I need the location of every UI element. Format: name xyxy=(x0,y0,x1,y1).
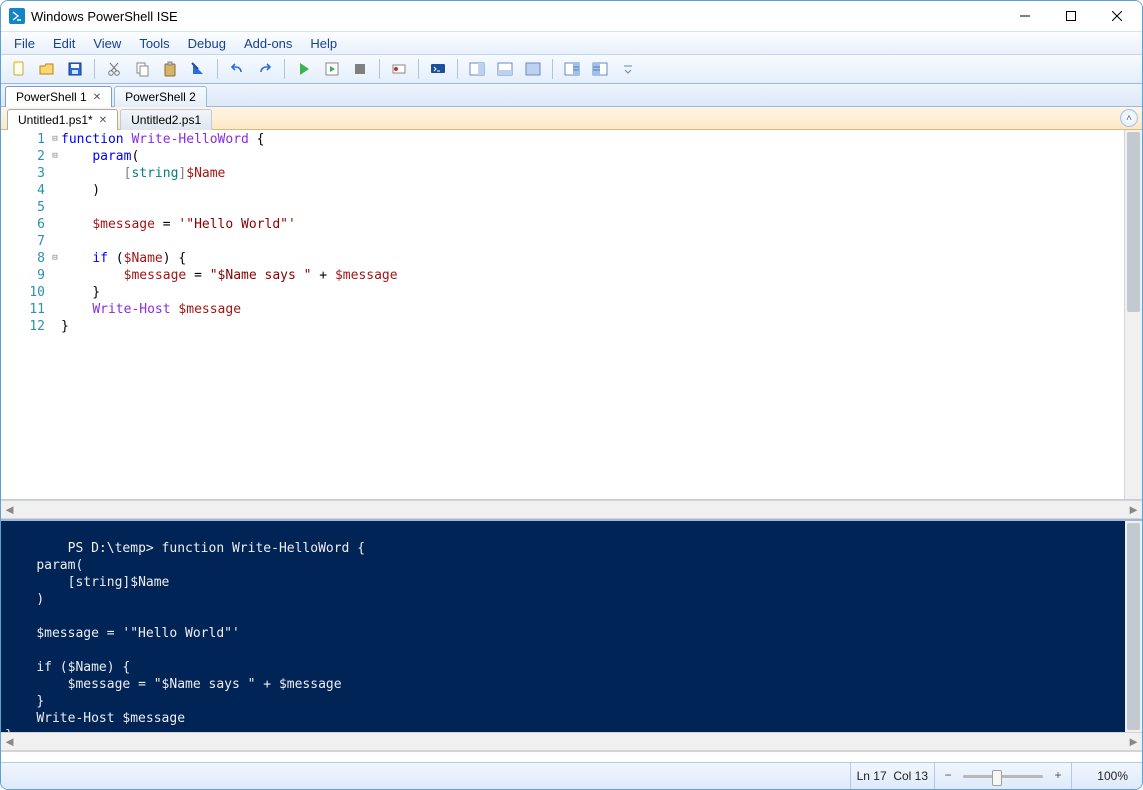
fold-column[interactable]: ⊟⊟⊟ xyxy=(49,130,61,499)
zoom-slider[interactable] xyxy=(963,775,1043,778)
minimize-button[interactable] xyxy=(1002,2,1048,30)
tab-label: Untitled1.ps1* xyxy=(18,113,93,127)
editor-pane: 123456789101112 ⊟⊟⊟ function Write-Hello… xyxy=(1,130,1142,519)
console-pane: PS D:\temp> function Write-HelloWord { p… xyxy=(1,519,1142,751)
redo-icon[interactable] xyxy=(252,57,278,81)
status-line: Ln 17 xyxy=(857,769,887,783)
scroll-left-arrow-icon[interactable]: ◄ xyxy=(1,502,18,517)
run-icon[interactable] xyxy=(291,57,317,81)
toolbar xyxy=(1,55,1142,84)
menu-bar: FileEditViewToolsDebugAdd-onsHelp xyxy=(1,31,1142,55)
show-command-icon[interactable] xyxy=(559,57,585,81)
layout-right-icon[interactable] xyxy=(464,57,490,81)
runspace-tab[interactable]: PowerShell 1 ✕ xyxy=(5,86,112,107)
expand-pane-icon[interactable]: ˄ xyxy=(1120,109,1138,127)
console-output[interactable]: PS D:\temp> function Write-HelloWord { p… xyxy=(1,521,1142,732)
zoom-in-icon[interactable]: + xyxy=(1051,769,1065,783)
editor-horizontal-scrollbar[interactable]: ◄ ► xyxy=(1,500,1142,519)
toolbar-separator xyxy=(379,59,380,79)
scroll-right-arrow-icon[interactable]: ► xyxy=(1125,502,1142,517)
close-button[interactable] xyxy=(1094,2,1140,30)
copy-icon[interactable] xyxy=(129,57,155,81)
toolbar-separator xyxy=(217,59,218,79)
layout-bottom-icon[interactable] xyxy=(492,57,518,81)
status-col: Col 13 xyxy=(893,769,928,783)
window-title: Windows PowerShell ISE xyxy=(31,9,178,24)
zoom-control: − + xyxy=(934,763,1071,789)
menu-file[interactable]: File xyxy=(5,34,44,53)
run-selection-icon[interactable] xyxy=(319,57,345,81)
toolbar-separator xyxy=(457,59,458,79)
console-vertical-scrollbar[interactable] xyxy=(1125,521,1142,732)
new-icon[interactable] xyxy=(6,57,32,81)
open-icon[interactable] xyxy=(34,57,60,81)
app-icon xyxy=(9,8,25,24)
title-bar: Windows PowerShell ISE xyxy=(1,1,1142,31)
editor-vertical-scrollbar[interactable] xyxy=(1124,130,1142,499)
menu-edit[interactable]: Edit xyxy=(44,34,84,53)
tab-label: PowerShell 2 xyxy=(125,90,196,104)
status-bar: Ln 17 Col 13 − + 100% xyxy=(1,762,1142,789)
clear-icon[interactable] xyxy=(185,57,211,81)
layout-full-icon[interactable] xyxy=(520,57,546,81)
window-controls xyxy=(1002,2,1140,30)
breakpoint-icon[interactable] xyxy=(386,57,412,81)
stop-icon[interactable] xyxy=(347,57,373,81)
toolbar-separator xyxy=(552,59,553,79)
scrollbar-thumb[interactable] xyxy=(1127,132,1140,312)
maximize-button[interactable] xyxy=(1048,2,1094,30)
console-horizontal-scrollbar[interactable]: ◄ ► xyxy=(1,732,1142,751)
file-tab-strip: Untitled1.ps1* ✕ Untitled2.ps1 ˄ xyxy=(1,107,1142,130)
file-tab[interactable]: Untitled1.ps1* ✕ xyxy=(7,109,118,130)
close-icon[interactable]: ✕ xyxy=(99,115,107,126)
zoom-slider-thumb[interactable] xyxy=(992,770,1002,786)
zoom-level: 100% xyxy=(1071,763,1134,789)
split-container: 123456789101112 ⊟⊟⊟ function Write-Hello… xyxy=(1,130,1142,751)
runspace-tab[interactable]: PowerShell 2 xyxy=(114,86,207,107)
resize-grip-area xyxy=(1,751,1142,762)
menu-view[interactable]: View xyxy=(84,34,130,53)
tab-label: PowerShell 1 xyxy=(16,90,87,104)
close-icon[interactable]: ✕ xyxy=(93,92,101,103)
file-tab[interactable]: Untitled2.ps1 xyxy=(120,109,212,130)
toolbar-separator xyxy=(418,59,419,79)
save-icon[interactable] xyxy=(62,57,88,81)
editor-content[interactable]: function Write-HelloWord { param( [strin… xyxy=(61,130,1142,499)
console-text[interactable]: PS D:\temp> function Write-HelloWord { p… xyxy=(5,541,365,732)
line-number-gutter: 123456789101112 xyxy=(1,130,49,499)
window-root: Windows PowerShell ISE FileEditViewTools… xyxy=(0,0,1143,790)
menu-debug[interactable]: Debug xyxy=(179,34,235,53)
zoom-out-icon[interactable]: − xyxy=(941,769,955,783)
toolbar-separator xyxy=(94,59,95,79)
status-line-col: Ln 17 Col 13 xyxy=(850,763,934,789)
paste-icon[interactable] xyxy=(157,57,183,81)
runspace-tab-strip: PowerShell 1 ✕ PowerShell 2 xyxy=(1,84,1142,107)
menu-add-ons[interactable]: Add-ons xyxy=(235,34,301,53)
menu-help[interactable]: Help xyxy=(301,34,346,53)
cut-icon[interactable] xyxy=(101,57,127,81)
tab-label: Untitled2.ps1 xyxy=(131,113,201,127)
scrollbar-thumb[interactable] xyxy=(1127,523,1140,730)
remote-icon[interactable] xyxy=(425,57,451,81)
undo-icon[interactable] xyxy=(224,57,250,81)
scroll-left-arrow-icon[interactable]: ◄ xyxy=(1,734,18,749)
overflow-icon[interactable] xyxy=(615,57,641,81)
code-editor[interactable]: 123456789101112 ⊟⊟⊟ function Write-Hello… xyxy=(1,130,1142,500)
scroll-right-arrow-icon[interactable]: ► xyxy=(1125,734,1142,749)
toolbar-separator xyxy=(284,59,285,79)
menu-tools[interactable]: Tools xyxy=(130,34,178,53)
show-addon-icon[interactable] xyxy=(587,57,613,81)
